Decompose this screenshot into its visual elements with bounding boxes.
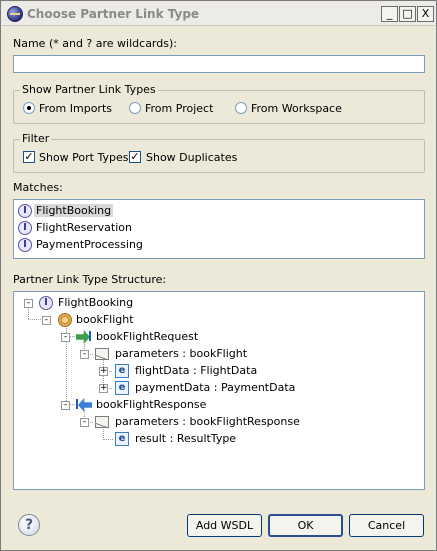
- operation-icon: [58, 313, 72, 327]
- from-workspace-radio[interactable]: [235, 102, 247, 114]
- element-icon: e: [115, 364, 129, 378]
- ok-button[interactable]: OK: [268, 514, 343, 537]
- expand-icon[interactable]: +: [99, 384, 108, 393]
- cancel-button[interactable]: Cancel: [349, 514, 424, 537]
- tree-node-label: parameters : bookFlight: [115, 347, 248, 360]
- from-workspace-label[interactable]: From Workspace: [251, 102, 342, 115]
- help-icon[interactable]: ?: [18, 514, 40, 536]
- add-wsdl-button[interactable]: Add WSDL: [187, 514, 262, 537]
- eclipse-icon: [7, 6, 23, 22]
- output-message-icon: [78, 398, 92, 412]
- window-title: Choose Partner Link Type: [27, 7, 200, 21]
- collapse-icon[interactable]: -: [61, 333, 70, 342]
- collapse-icon[interactable]: -: [61, 401, 70, 410]
- maximize-button[interactable]: □: [399, 6, 416, 22]
- matches-label: Matches:: [13, 181, 63, 194]
- interface-icon: I: [18, 204, 32, 218]
- interface-icon: I: [18, 221, 32, 235]
- from-imports-radio[interactable]: [23, 102, 35, 114]
- output-message-bar: [76, 399, 78, 409]
- minimize-button[interactable]: _: [381, 6, 398, 22]
- tree-node-flightdata[interactable]: + e flightData : FlightData: [14, 363, 414, 380]
- input-message-icon: [76, 330, 90, 344]
- message-part-icon: [95, 348, 109, 360]
- title-bar[interactable]: Choose Partner Link Type _ □ X: [2, 2, 435, 26]
- tree-node-label: bookFlight: [76, 313, 134, 326]
- from-project-label[interactable]: From Project: [145, 102, 213, 115]
- tree-node-bookflightresponse[interactable]: - bookFlightResponse: [14, 397, 414, 414]
- tree-node-label: result : ResultType: [135, 432, 237, 445]
- input-message-bar: [89, 331, 91, 341]
- interface-icon: I: [39, 296, 53, 310]
- filter-group-legend: Filter: [20, 132, 52, 145]
- collapse-icon[interactable]: -: [42, 316, 51, 325]
- name-field-label: Name (* and ? are wildcards):: [13, 37, 177, 50]
- close-button[interactable]: X: [417, 6, 434, 22]
- tree-node-paymentdata[interactable]: + e paymentData : PaymentData: [14, 380, 414, 397]
- from-imports-label[interactable]: From Imports: [39, 102, 112, 115]
- collapse-icon[interactable]: -: [24, 299, 33, 308]
- interface-icon: I: [18, 238, 32, 252]
- matches-list[interactable]: I FlightBooking I FlightReservation I Pa…: [13, 199, 425, 259]
- show-port-types-checkbox[interactable]: ✓: [23, 151, 35, 163]
- show-duplicates-checkbox[interactable]: ✓: [129, 151, 141, 163]
- tree-node-flightbooking[interactable]: - I FlightBooking: [14, 295, 414, 312]
- structure-label: Partner Link Type Structure:: [13, 273, 167, 286]
- list-item-label: PaymentProcessing: [36, 238, 143, 251]
- tree-node-bookflightrequest[interactable]: - bookFlightRequest: [14, 329, 414, 346]
- message-part-icon: [95, 416, 109, 428]
- tree-node-result[interactable]: e result : ResultType: [14, 431, 414, 448]
- show-partner-link-types-group: Show Partner Link Types From Imports Fro…: [13, 83, 425, 124]
- tree-node-label: paymentData : PaymentData: [135, 381, 296, 394]
- expand-icon[interactable]: +: [99, 367, 108, 376]
- tree-node-parameters-response[interactable]: - parameters : bookFlightResponse: [14, 414, 414, 431]
- tree-node-parameters[interactable]: - parameters : bookFlight: [14, 346, 414, 363]
- tree-node-label: parameters : bookFlightResponse: [115, 415, 300, 428]
- name-input[interactable]: [13, 55, 425, 73]
- dialog-window: Choose Partner Link Type _ □ X Name (* a…: [0, 0, 437, 551]
- tree-node-label: flightData : FlightData: [135, 364, 258, 377]
- element-icon: e: [115, 432, 129, 446]
- tree-node-label: FlightBooking: [58, 296, 134, 309]
- show-port-types-label[interactable]: Show Port Types: [39, 151, 128, 164]
- show-duplicates-label[interactable]: Show Duplicates: [146, 151, 237, 164]
- list-item-label: FlightBooking: [34, 204, 114, 217]
- tree-node-label: bookFlightResponse: [96, 398, 207, 411]
- collapse-icon[interactable]: -: [80, 418, 89, 427]
- tree-node-label: bookFlightRequest: [96, 330, 199, 343]
- from-project-radio[interactable]: [129, 102, 141, 114]
- list-item-label: FlightReservation: [36, 221, 132, 234]
- collapse-icon[interactable]: -: [80, 350, 89, 359]
- element-icon: e: [115, 381, 129, 395]
- structure-tree[interactable]: - I FlightBooking - bookFlight - bookFli…: [13, 291, 425, 490]
- filter-group: Filter ✓ Show Port Types ✓ Show Duplicat…: [13, 132, 425, 173]
- tree-node-bookflight[interactable]: - bookFlight: [14, 312, 414, 329]
- show-group-legend: Show Partner Link Types: [20, 83, 158, 96]
